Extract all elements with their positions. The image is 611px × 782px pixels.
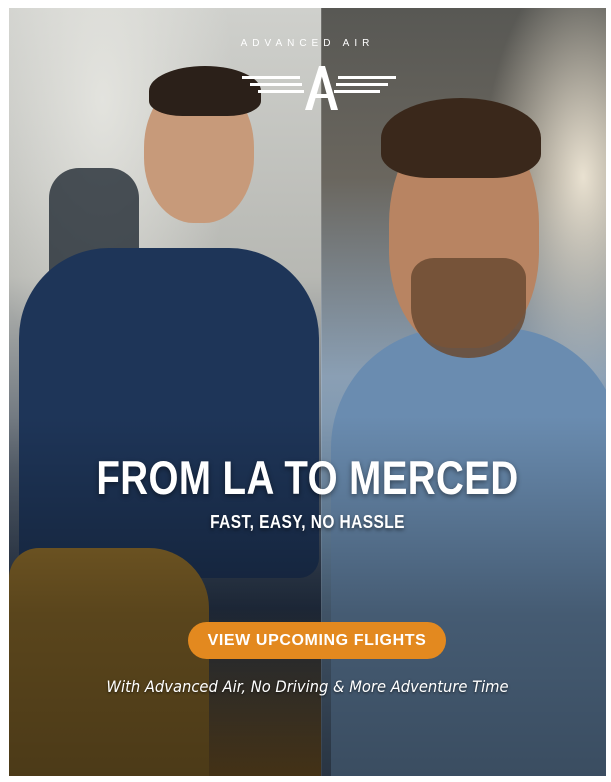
ad-banner: ADVANCED AIR FROM LA TO MERCED FAST, EAS… [9,8,606,776]
view-flights-button[interactable]: VIEW UPCOMING FLIGHTS [188,622,446,659]
driver-beard [411,258,526,358]
driver-hair [381,98,541,178]
subheadline: FAST, EASY, NO HASSLE [210,512,405,532]
brand-name: ADVANCED AIR [240,38,375,49]
tagline: With Advanced Air, No Driving & More Adv… [106,677,509,696]
headline: FROM LA TO MERCED [96,451,519,504]
winged-a-logo-icon [242,66,396,110]
